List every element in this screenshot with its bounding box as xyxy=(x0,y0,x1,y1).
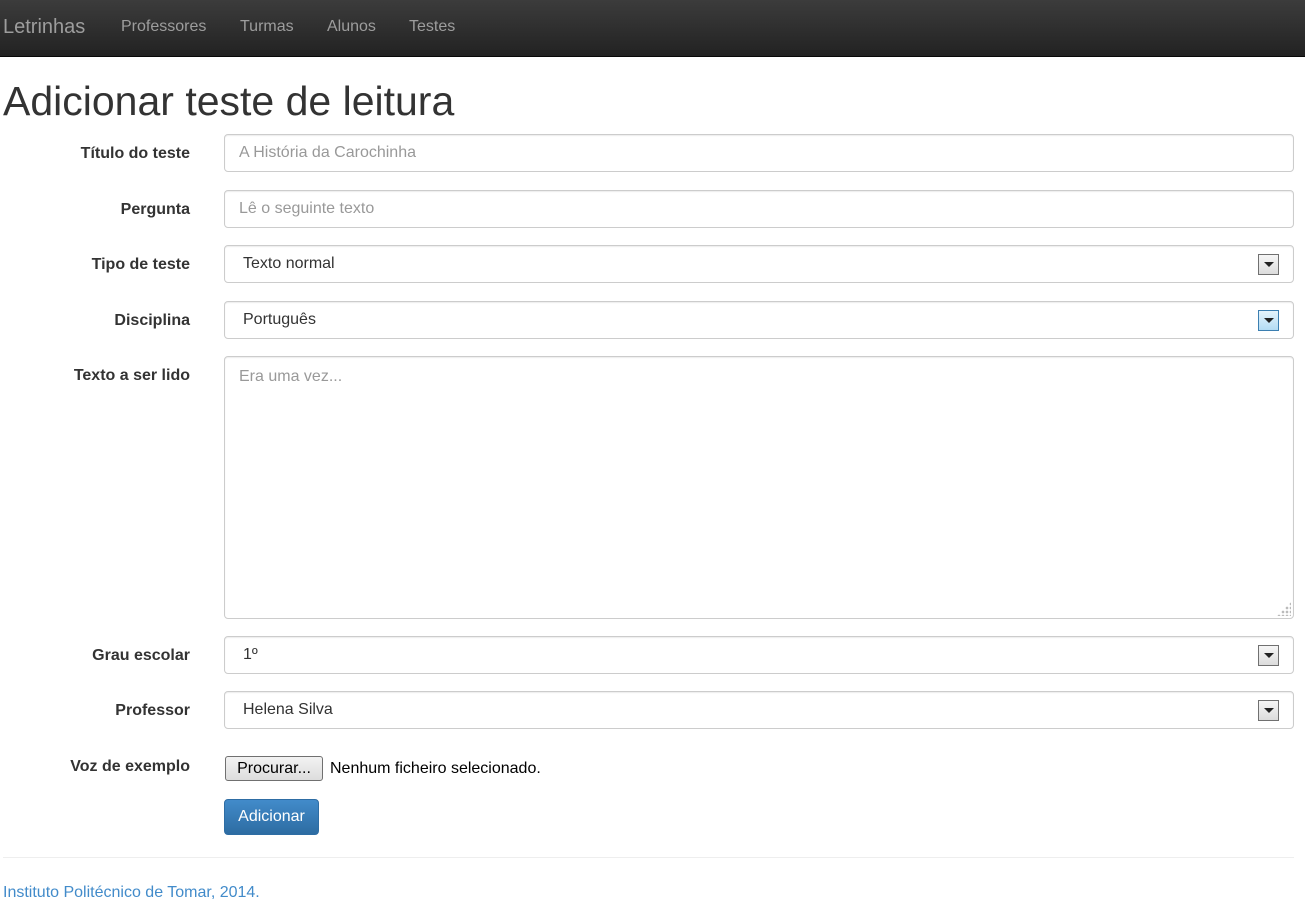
texto-textarea[interactable]: Era uma vez... xyxy=(224,356,1294,619)
texto-label: Texto a ser lido xyxy=(73,367,190,384)
titulo-label: Título do teste xyxy=(80,145,190,162)
pergunta-input[interactable]: Lê o seguinte texto xyxy=(224,190,1294,228)
nav-professores[interactable]: Professores xyxy=(121,18,206,36)
disciplina-value: Português xyxy=(243,311,316,328)
professor-label: Professor xyxy=(115,702,190,719)
tipo-select[interactable]: Texto normal xyxy=(224,245,1294,283)
brand-link[interactable]: Letrinhas xyxy=(3,16,85,39)
footer-text: Instituto Politécnico de Tomar, 2014. xyxy=(3,884,260,901)
pergunta-placeholder: Lê o seguinte texto xyxy=(239,200,375,217)
chevron-down-icon[interactable] xyxy=(1258,700,1279,721)
professor-select[interactable]: Helena Silva xyxy=(224,691,1294,729)
chevron-down-icon[interactable] xyxy=(1258,254,1279,275)
footer-divider xyxy=(3,857,1294,858)
page-title: Adicionar teste de leitura xyxy=(3,78,455,124)
nav-turmas[interactable]: Turmas xyxy=(240,18,294,36)
professor-value: Helena Silva xyxy=(243,701,333,718)
resize-grip-icon[interactable] xyxy=(1277,602,1291,616)
top-navbar: Letrinhas Professores Turmas Alunos Test… xyxy=(0,0,1305,57)
grau-select[interactable]: 1º xyxy=(224,636,1294,674)
nav-alunos[interactable]: Alunos xyxy=(327,18,376,36)
titulo-placeholder: A História da Carochinha xyxy=(239,144,416,161)
voz-label: Voz de exemplo xyxy=(70,758,190,775)
file-browse-button[interactable]: Procurar... xyxy=(225,756,323,781)
nav-testes[interactable]: Testes xyxy=(409,18,455,36)
file-status: Nenhum ficheiro selecionado. xyxy=(330,760,541,777)
disciplina-label: Disciplina xyxy=(114,312,190,329)
tipo-value: Texto normal xyxy=(243,255,335,272)
titulo-input[interactable]: A História da Carochinha xyxy=(224,134,1294,172)
texto-placeholder: Era uma vez... xyxy=(239,368,343,385)
chevron-down-icon[interactable] xyxy=(1258,645,1279,666)
pergunta-label: Pergunta xyxy=(120,201,190,218)
chevron-down-icon[interactable] xyxy=(1258,310,1279,331)
tipo-label: Tipo de teste xyxy=(91,256,190,273)
disciplina-select[interactable]: Português xyxy=(224,301,1294,339)
grau-value: 1º xyxy=(243,646,258,663)
grau-label: Grau escolar xyxy=(92,647,190,664)
adicionar-button[interactable]: Adicionar xyxy=(224,799,319,835)
